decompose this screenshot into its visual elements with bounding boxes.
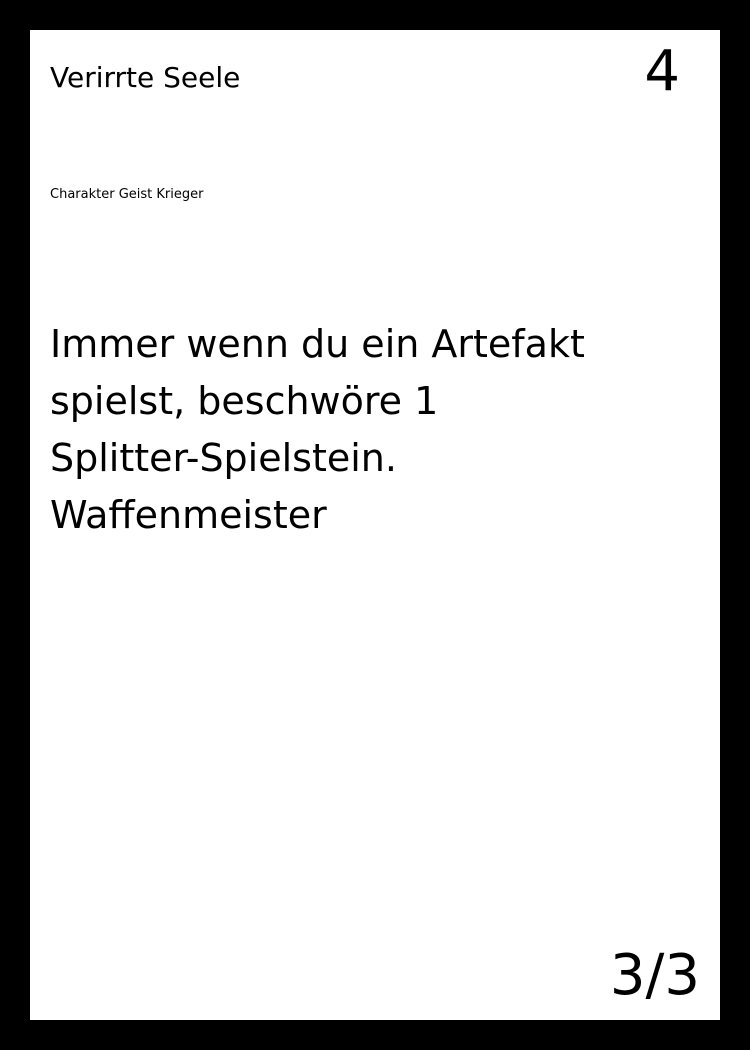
- game-card[interactable]: Verirrte Seele 4 Charakter Geist Krieger…: [30, 30, 720, 1020]
- card-type-line: Charakter Geist Krieger: [50, 187, 204, 202]
- card-rules-line: Immer wenn du ein Artefakt: [50, 322, 585, 366]
- card-keyword: Waffenmeister: [50, 493, 327, 537]
- card-rules-text: Immer wenn du ein Artefakt spielst, besc…: [50, 316, 670, 544]
- card-cost: 4: [644, 39, 680, 104]
- card-power-toughness: 3/3: [609, 943, 700, 1008]
- card-rules-line: spielst, beschwöre 1: [50, 379, 439, 423]
- card-rules-line: Splitter-Spielstein.: [50, 436, 397, 480]
- card-name: Verirrte Seele: [50, 61, 241, 94]
